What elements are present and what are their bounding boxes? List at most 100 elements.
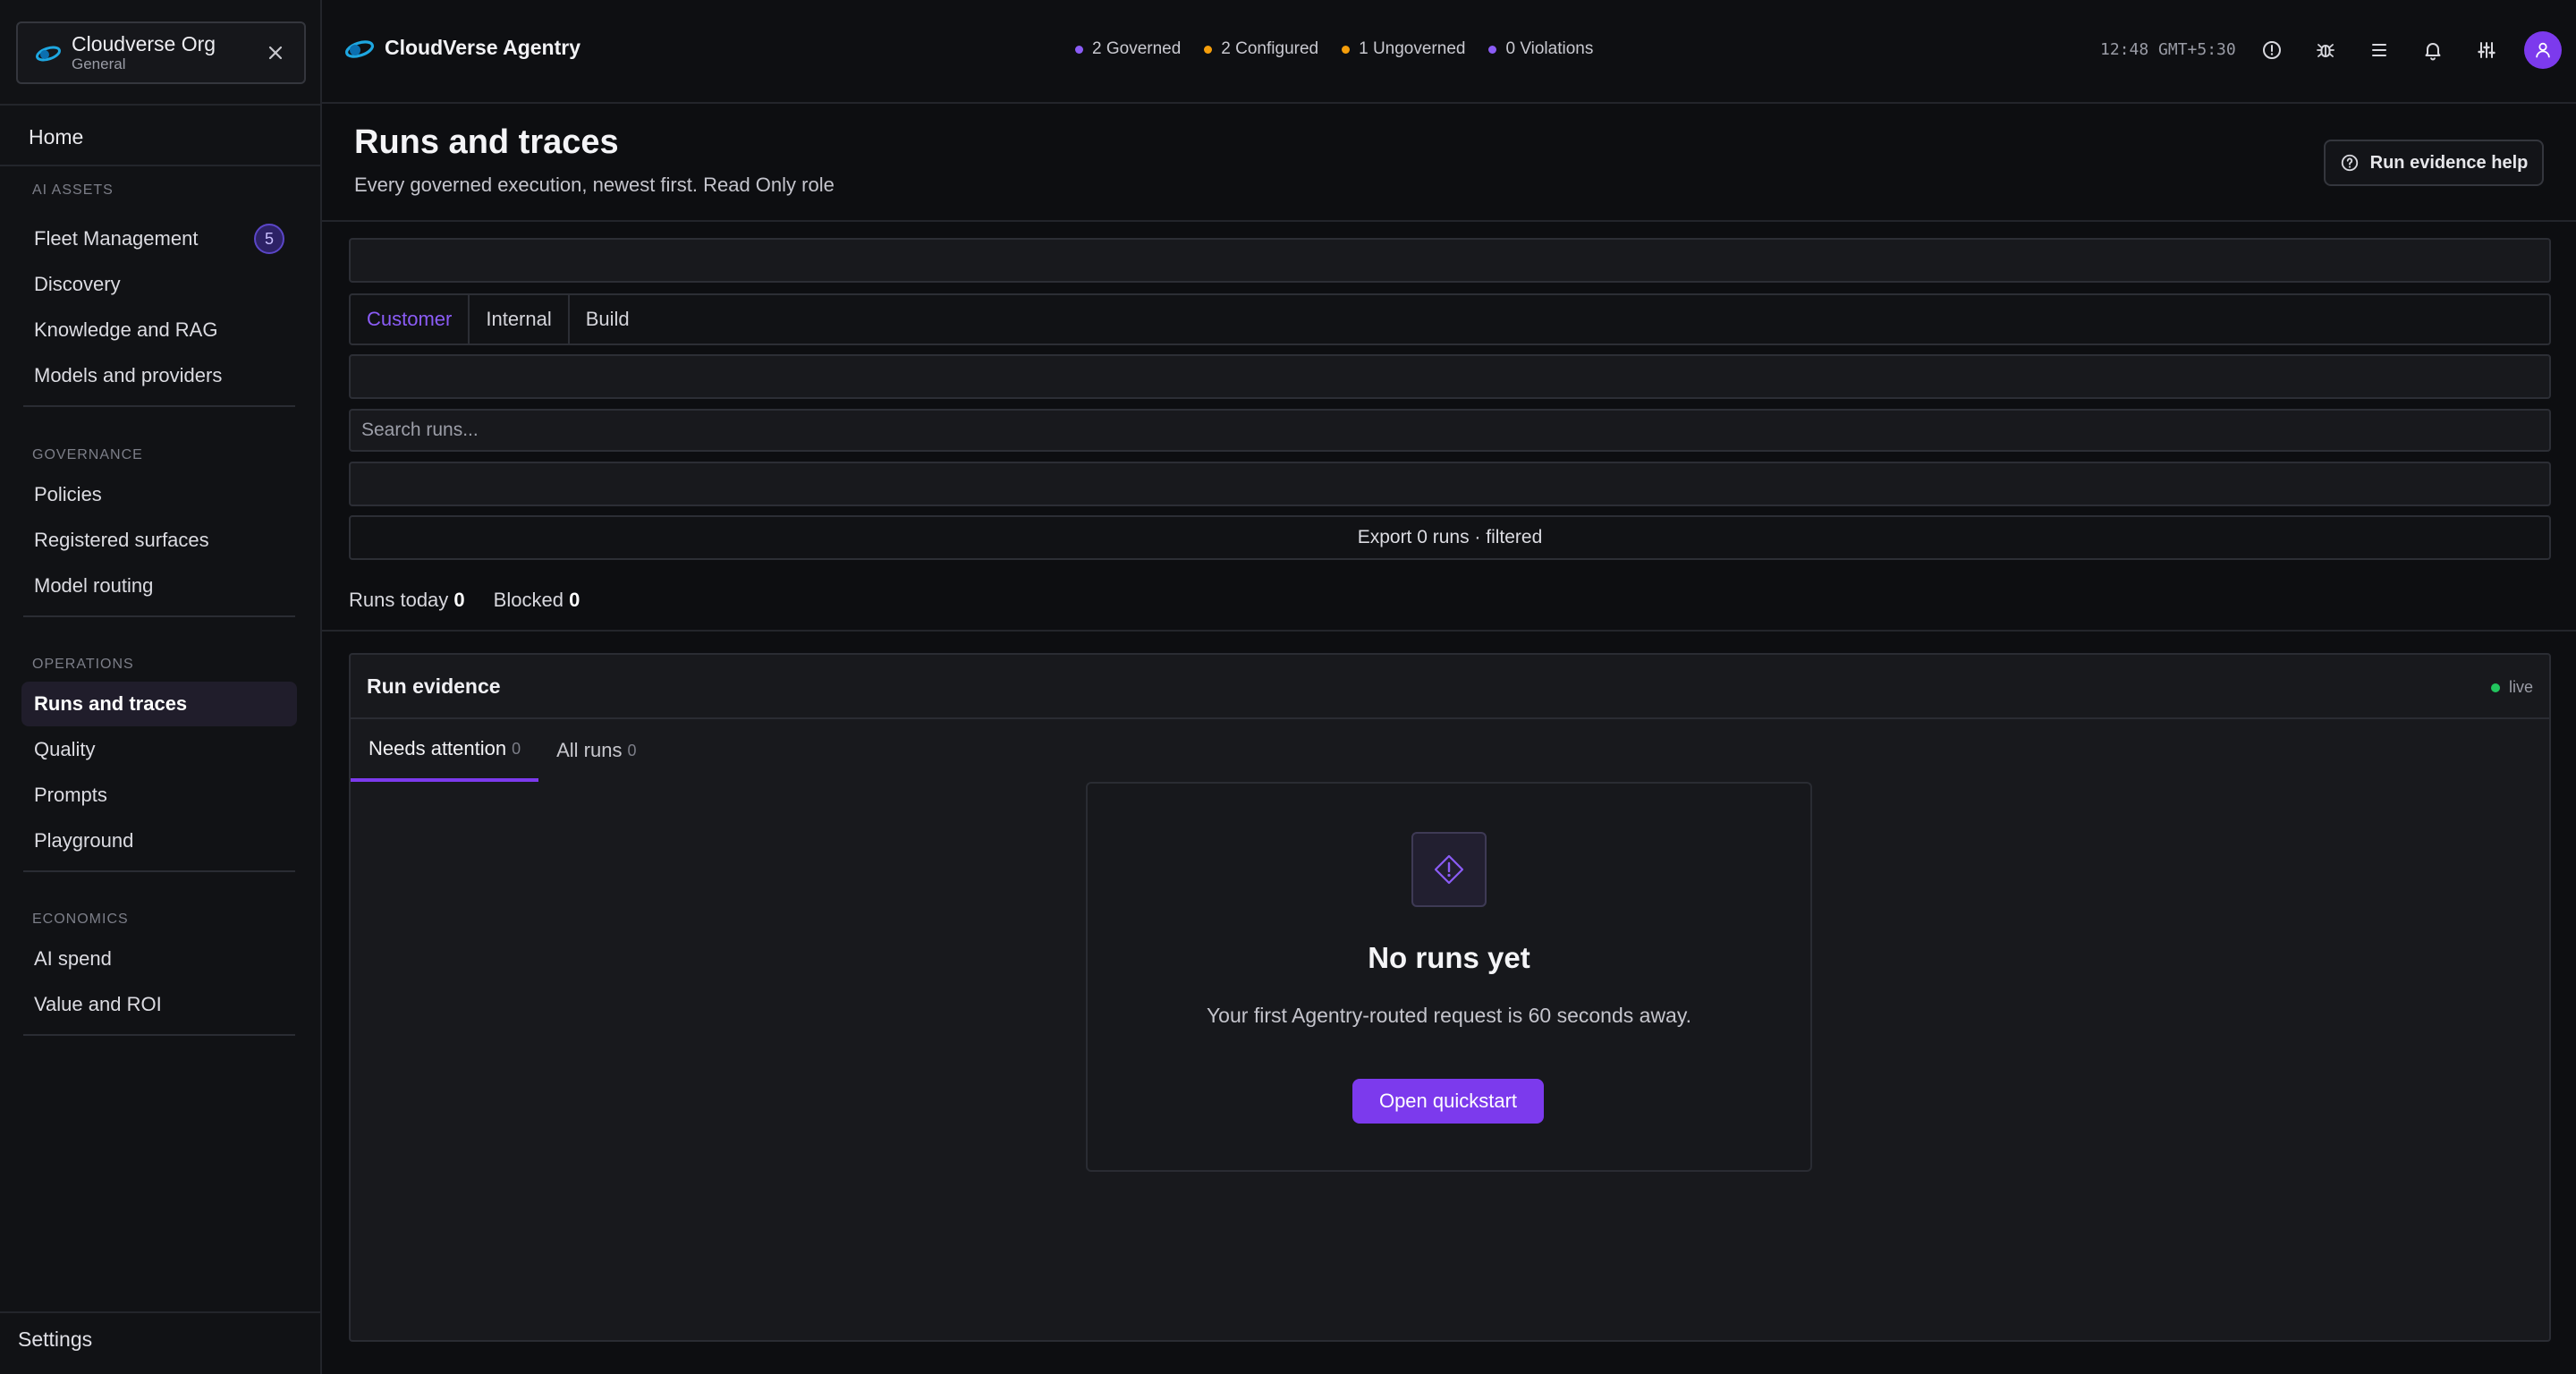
tab-internal[interactable]: Internal — [470, 295, 570, 344]
tab-count: 0 — [627, 741, 637, 759]
sidebar-item-model-routing[interactable]: Model routing — [21, 564, 297, 608]
alert-circle-icon[interactable] — [2256, 34, 2288, 66]
brand[interactable]: CloudVerse Agentry — [343, 36, 580, 60]
sliders-icon[interactable] — [2470, 34, 2503, 66]
tab-build[interactable]: Build — [570, 295, 646, 344]
tab-label: All runs — [556, 739, 623, 761]
page-subtitle: Every governed execution, newest first. … — [354, 174, 835, 196]
nav-home[interactable]: Home — [29, 125, 83, 149]
search-input[interactable] — [351, 411, 2549, 450]
sidebar-item-label: Playground — [34, 829, 134, 852]
sidebar-item-settings[interactable]: Settings — [18, 1327, 92, 1352]
warning-diamond-icon — [1411, 832, 1487, 907]
page-header: Runs and traces Every governed execution… — [322, 106, 2576, 222]
live-label: live — [2508, 678, 2533, 696]
status-ungoverned[interactable]: 1 Ungoverned — [1342, 39, 1465, 59]
sidebar-item-quality[interactable]: Quality — [21, 727, 297, 772]
bell-icon[interactable] — [2417, 34, 2449, 66]
org-name: Cloudverse Org — [72, 32, 216, 55]
bug-icon[interactable] — [2309, 34, 2342, 66]
sidebar: Cloudverse Org General Home AI ASSETS Fl… — [0, 0, 322, 1374]
sidebar-item-models-and-providers[interactable]: Models and providers — [21, 353, 297, 398]
divider — [23, 1034, 295, 1036]
org-switcher[interactable]: Cloudverse Org General — [16, 21, 306, 84]
brand-name: CloudVerse Agentry — [385, 36, 580, 59]
cloudverse-logo-icon — [35, 46, 62, 62]
open-quickstart-button[interactable]: Open quickstart — [1352, 1079, 1544, 1124]
status-governed[interactable]: 2 Governed — [1075, 39, 1181, 59]
sidebar-item-runs-and-traces[interactable]: Runs and traces — [21, 682, 297, 726]
status-violations[interactable]: 0 Violations — [1488, 39, 1593, 59]
help-circle-icon — [2341, 154, 2358, 172]
nav-section-operations: OPERATIONS Runs and traces Quality Promp… — [21, 657, 297, 872]
kpi-blocked: Blocked 0 — [494, 589, 580, 612]
empty-state-subtitle: Your first Agentry-routed request is 60 … — [1206, 1004, 1692, 1027]
sidebar-item-label: Runs and traces — [34, 692, 188, 715]
user-avatar-icon[interactable] — [2524, 31, 2562, 69]
evidence-tabs: Needs attention 0 All runs 0 — [351, 719, 2549, 784]
sidebar-item-fleet-management[interactable]: Fleet Management 5 — [21, 216, 297, 261]
sidebar-item-label: Quality — [34, 738, 96, 760]
status-configured[interactable]: 2 Configured — [1204, 39, 1318, 59]
main-content: CloudVerse Agentry 2 Governed 2 Configur… — [322, 0, 2576, 1374]
sidebar-item-ai-spend[interactable]: AI spend — [21, 937, 297, 981]
tab-count: 0 — [512, 739, 521, 758]
filter-bar-empty[interactable] — [349, 462, 2551, 506]
sidebar-item-discovery[interactable]: Discovery — [21, 262, 297, 307]
nav-section-governance: GOVERNANCE Policies Registered surfaces … — [21, 447, 297, 617]
tab-needs-attention[interactable]: Needs attention 0 — [351, 719, 539, 782]
count-badge: 5 — [254, 224, 284, 254]
sidebar-item-label: Registered surfaces — [34, 529, 209, 551]
kpi-summary: Runs today 0 Blocked 0 — [349, 589, 608, 612]
close-icon[interactable] — [263, 40, 288, 65]
live-indicator: live — [2490, 678, 2533, 697]
scope-tabs: Customer Internal Build — [349, 293, 2551, 345]
divider — [23, 870, 295, 872]
run-evidence-help-button[interactable]: Run evidence help — [2324, 140, 2544, 186]
page-title: Runs and traces — [354, 123, 619, 161]
filter-bar-empty[interactable] — [349, 238, 2551, 283]
kpi-runs-today: Runs today 0 — [349, 589, 465, 612]
run-evidence-panel: Run evidence live Needs attention 0 All … — [349, 653, 2551, 1342]
list-icon[interactable] — [2363, 34, 2395, 66]
tab-label: Needs attention — [369, 737, 507, 759]
governance-status: 2 Governed 2 Configured 1 Ungoverned 0 V… — [1075, 39, 1616, 59]
export-button[interactable]: Export 0 runs · filtered — [349, 515, 2551, 560]
clock: 12:48 GMT+5:30 — [2100, 40, 2236, 59]
sidebar-item-prompts[interactable]: Prompts — [21, 773, 297, 818]
status-label: 0 Violations — [1505, 39, 1594, 58]
divider — [0, 104, 320, 106]
sidebar-item-label: Value and ROI — [34, 993, 162, 1015]
cloudverse-logo-icon — [344, 39, 375, 58]
divider — [322, 630, 2576, 632]
search-bar — [349, 409, 2551, 452]
sidebar-item-label: Prompts — [34, 784, 107, 806]
sidebar-item-registered-surfaces[interactable]: Registered surfaces — [21, 518, 297, 563]
empty-state-title: No runs yet — [1368, 941, 1530, 974]
org-info: Cloudverse Org General — [72, 32, 263, 73]
panel-header: Run evidence live — [351, 655, 2549, 719]
sidebar-item-knowledge-and-rag[interactable]: Knowledge and RAG — [21, 308, 297, 352]
divider — [23, 405, 295, 407]
sidebar-item-label: Fleet Management — [34, 227, 199, 250]
nav-section-ai-assets: AI ASSETS Fleet Management 5 Discovery K… — [21, 182, 297, 407]
sidebar-item-label: Models and providers — [34, 364, 223, 386]
tab-customer[interactable]: Customer — [351, 295, 470, 344]
filter-bar-empty[interactable] — [349, 354, 2551, 399]
kpi-value: 0 — [453, 589, 465, 611]
nav-section-title: AI ASSETS — [32, 182, 114, 198]
sidebar-item-value-and-roi[interactable]: Value and ROI — [21, 982, 297, 1027]
empty-state: No runs yet Your first Agentry-routed re… — [1086, 782, 1812, 1172]
status-label: 1 Ungoverned — [1359, 39, 1466, 58]
divider — [0, 165, 320, 166]
status-dot — [1488, 45, 1497, 54]
divider — [23, 615, 295, 617]
sidebar-item-policies[interactable]: Policies — [21, 472, 297, 517]
top-bar: CloudVerse Agentry 2 Governed 2 Configur… — [322, 0, 2576, 104]
tab-all-runs[interactable]: All runs 0 — [538, 719, 654, 782]
sidebar-item-playground[interactable]: Playground — [21, 818, 297, 863]
kpi-label: Blocked — [493, 589, 564, 611]
status-dot — [1204, 45, 1213, 54]
nav-section-title: OPERATIONS — [32, 657, 134, 672]
status-dot — [1075, 45, 1083, 54]
